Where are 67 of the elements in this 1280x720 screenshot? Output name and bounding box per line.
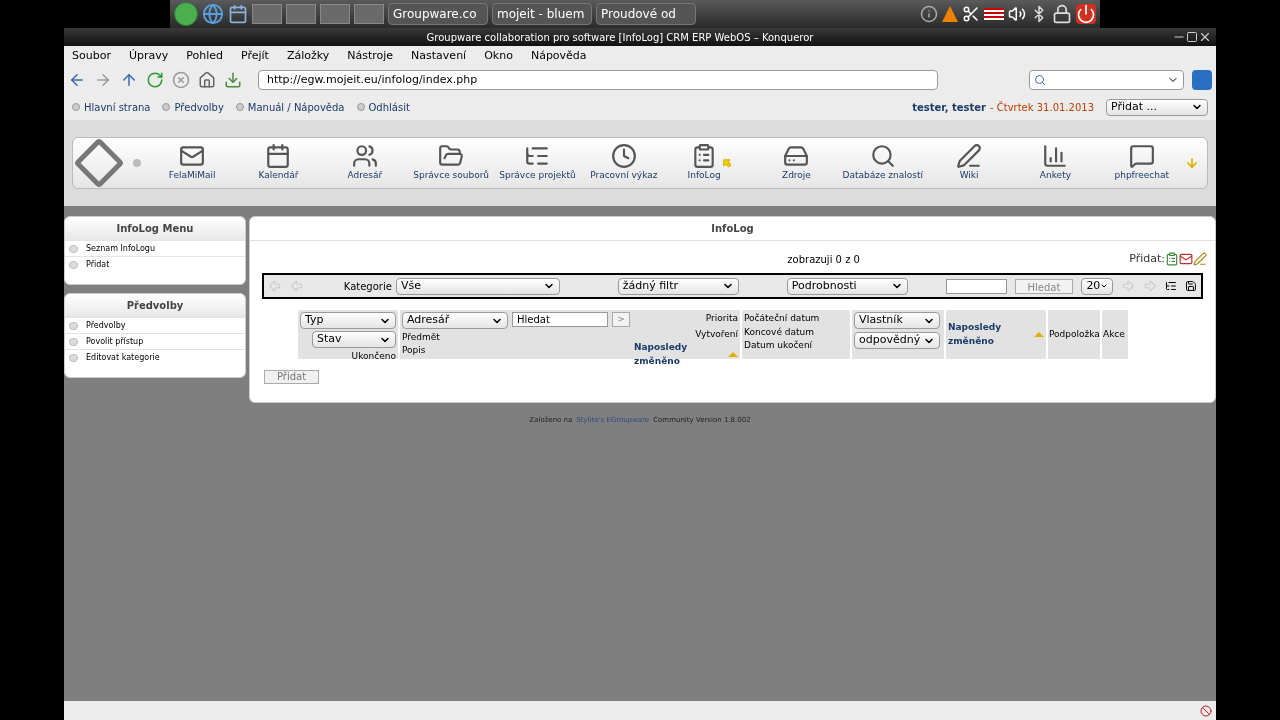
app-launcher[interactable]: Kalendář xyxy=(258,143,299,183)
owner-select[interactable]: Vlastník xyxy=(854,312,940,329)
sidebar-link[interactable]: Editovat kategorie xyxy=(86,351,160,364)
add-label: Přidat: xyxy=(1129,250,1165,267)
window-title: Groupware collaboration pro software [InfoLog] CRM ERP WebOS – Konqueror xyxy=(425,30,815,45)
panel-title: InfoLog xyxy=(250,217,1215,241)
sidebar-link[interactable]: Přidat xyxy=(86,258,110,271)
app-launcher[interactable]: Wiki xyxy=(956,143,983,183)
url-field[interactable]: http://egw.mojeit.eu/infolog/index.php xyxy=(258,70,938,90)
app-launcher[interactable]: Adresář xyxy=(347,143,383,183)
column-label: Podpoložka xyxy=(1049,327,1100,341)
type-select[interactable]: Typ xyxy=(300,312,396,329)
menu-item[interactable]: Přejít xyxy=(241,47,269,65)
app-launcher[interactable]: Databáze znalostí xyxy=(842,143,924,183)
add-select[interactable]: Přidat ... xyxy=(1106,98,1208,116)
column-label: Počáteční datum xyxy=(744,312,821,325)
top-link[interactable]: Předvolby xyxy=(174,99,224,115)
menu-item[interactable]: Záložky xyxy=(286,47,330,65)
current-date: - Čtvrtek 31.01.2013 xyxy=(989,100,1094,115)
column-label: Datum ukočení xyxy=(744,339,814,352)
sorted-column-label[interactable]: Naposledy změněno xyxy=(948,321,1018,348)
top-link[interactable]: Manuál / Nápověda xyxy=(247,99,345,115)
menu-item[interactable]: Okno xyxy=(484,47,513,65)
app-launcher[interactable]: FelaMiMail xyxy=(168,143,216,183)
column-label: Předmět xyxy=(402,331,441,344)
top-link[interactable]: Hlavní strana xyxy=(84,99,151,115)
sidebar-link[interactable]: Seznam InfoLogu xyxy=(86,242,155,255)
menu-item[interactable]: Soubor xyxy=(72,47,111,65)
sidebar-link[interactable]: Povolit přístup xyxy=(86,335,144,348)
category-select[interactable]: Vše xyxy=(395,277,560,295)
task-button[interactable]: Proudové od xyxy=(596,3,696,25)
app-launcher[interactable]: Správce projektů xyxy=(499,143,576,183)
responsible-select[interactable]: odpovědný xyxy=(854,332,940,349)
record-count: zobrazuji 0 z 0 xyxy=(787,252,860,267)
user-name: tester, tester xyxy=(912,100,986,115)
status-select[interactable]: Stav xyxy=(312,331,396,348)
filter-select[interactable]: žádný filtr xyxy=(617,277,739,295)
menu-item[interactable]: Nástroje xyxy=(347,47,394,65)
menu-item[interactable]: Nápověda xyxy=(530,47,587,65)
column-label: Koncové datum xyxy=(744,325,816,339)
details-select[interactable]: Podrobnosti xyxy=(786,277,908,295)
task-button[interactable]: Groupware.co xyxy=(388,3,488,25)
column-label: Popis xyxy=(402,343,427,357)
app-launcher[interactable]: InfoLog xyxy=(687,143,721,183)
app-launcher[interactable]: phpfreechat xyxy=(1114,143,1170,183)
search-input[interactable]: Hledat xyxy=(512,312,608,327)
sidebar-title: InfoLog Menu xyxy=(65,217,245,240)
sidebar-link[interactable]: Předvolby xyxy=(86,319,126,332)
top-link[interactable]: Odhlásit xyxy=(368,99,410,115)
column-label: Ukončeno xyxy=(351,350,396,363)
page-size-select[interactable]: 20 xyxy=(1081,277,1114,295)
menu-item[interactable]: Nastavení xyxy=(411,47,467,65)
column-label: Akce xyxy=(1103,327,1125,341)
contact-select[interactable]: Adresář xyxy=(402,312,508,329)
app-launcher[interactable]: Správce souborů xyxy=(413,143,490,183)
task-button[interactable]: mojeit - bluem xyxy=(492,3,592,25)
menu-item[interactable]: Úpravy xyxy=(128,47,169,65)
app-launcher[interactable]: Pracovní výkaz xyxy=(590,143,658,183)
app-launcher[interactable]: Ankety xyxy=(1039,143,1071,183)
add-button[interactable]: Přidat xyxy=(264,370,320,384)
column-label: Priorita xyxy=(705,312,738,325)
sidebar-title: Předvolby xyxy=(65,294,245,317)
column-label: Vytvoření xyxy=(695,327,738,341)
sorted-column-label[interactable]: Naposledy změněno xyxy=(634,341,726,368)
category-label: Kategorie xyxy=(343,279,392,294)
app-launcher[interactable]: Zdroje xyxy=(782,143,811,183)
menu-item[interactable]: Pohled xyxy=(186,47,223,65)
